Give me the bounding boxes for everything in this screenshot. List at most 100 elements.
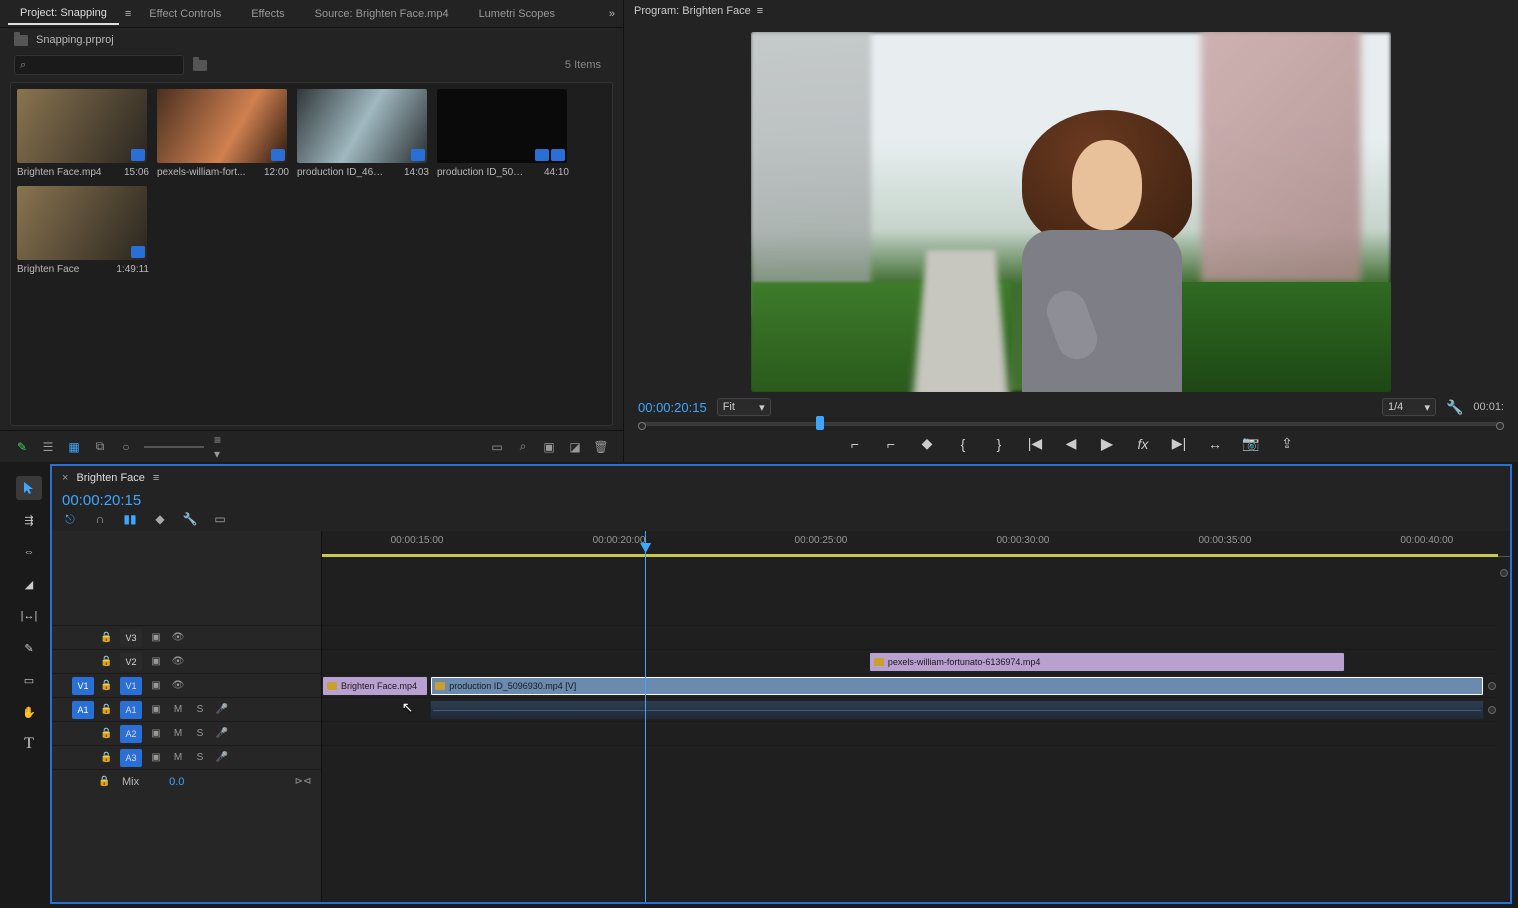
bin-item[interactable]: Brighten Face.mp415:06	[17, 89, 149, 178]
razor-tool[interactable]: ◢	[16, 572, 42, 596]
new-item-icon[interactable]: ◪	[567, 439, 583, 455]
playhead[interactable]	[645, 531, 646, 902]
lock-icon[interactable]: 🔒	[98, 776, 112, 787]
slip-tool[interactable]: |↔|	[16, 604, 42, 628]
lock-icon[interactable]: 🔒	[100, 728, 114, 739]
lock-icon[interactable]: 🔒	[100, 632, 114, 643]
program-monitor[interactable]	[751, 32, 1391, 392]
new-bin-icon[interactable]	[192, 57, 208, 73]
toggle-output-icon[interactable]: ▣	[148, 654, 164, 670]
settings-wrench-icon[interactable]: 🔧	[182, 511, 198, 527]
program-timecode[interactable]: 00:00:20:15	[638, 400, 707, 415]
close-sequence-icon[interactable]: ×	[62, 472, 68, 484]
share-icon[interactable]: ⇪	[1278, 435, 1296, 453]
bin-item[interactable]: pexels-william-fort...12:00	[157, 89, 289, 178]
voice-over-icon[interactable]: 🎤	[214, 750, 230, 766]
linked-selection-icon[interactable]: ∩	[92, 511, 108, 527]
add-marker-icon[interactable]: ◆	[918, 435, 936, 453]
fx-icon[interactable]: fx	[1134, 435, 1152, 453]
resolution-select[interactable]: 1/4▾	[1382, 398, 1436, 416]
scrub-zoom-right[interactable]	[1496, 422, 1504, 430]
work-area-bar[interactable]	[322, 554, 1498, 557]
scroll-end-icon[interactable]	[1488, 706, 1496, 714]
scrub-playhead[interactable]	[816, 416, 824, 430]
sort-icon[interactable]: ≡ ▾	[214, 439, 230, 455]
bin-item[interactable]: production ID_461...14:03	[297, 89, 429, 178]
write-icon[interactable]: ✎	[14, 439, 30, 455]
pen-tool[interactable]: ✎	[16, 636, 42, 660]
track-target-v3[interactable]: V3	[120, 629, 142, 647]
eye-icon[interactable]: 👁	[170, 678, 186, 694]
play-icon[interactable]: ▶	[1098, 435, 1116, 453]
tab-effects[interactable]: Effects	[239, 4, 296, 24]
clip-v1b[interactable]: production ID_5096930.mp4 [V]	[430, 676, 1484, 696]
voice-over-icon[interactable]: 🎤	[214, 702, 230, 718]
freeform-view-icon[interactable]: ⧉	[92, 439, 108, 455]
track-header-a1[interactable]: A1 🔒 A1 ▣ M S 🎤	[52, 697, 321, 721]
eye-icon[interactable]: 👁	[170, 654, 186, 670]
tab-effect-controls[interactable]: Effect Controls	[137, 4, 233, 24]
source-patch-a1[interactable]: A1	[72, 701, 94, 719]
icon-view-icon[interactable]: ▦	[66, 439, 82, 455]
mark-out-icon[interactable]: ⌐	[882, 435, 900, 453]
list-view-icon[interactable]: ☰	[40, 439, 56, 455]
selection-tool[interactable]	[16, 476, 42, 500]
insert-mode-icon[interactable]: ▮▮	[122, 511, 138, 527]
find-icon[interactable]: ⌕	[515, 439, 531, 455]
track-target-a2[interactable]: A2	[120, 725, 142, 743]
tracks-area[interactable]: 00:00:15:00 00:00:20:00 00:00:25:00 00:0…	[322, 531, 1510, 902]
program-scrub-bar[interactable]	[638, 418, 1504, 430]
project-search-input[interactable]	[14, 55, 184, 75]
zoom-out-icon[interactable]: ○	[118, 439, 134, 455]
clip-v1a[interactable]: Brighten Face.mp4	[322, 676, 428, 696]
mute-button[interactable]: M	[170, 702, 186, 718]
tab-project[interactable]: Project: Snapping	[8, 3, 119, 25]
mute-button[interactable]: M	[170, 726, 186, 742]
solo-button[interactable]: S	[192, 750, 208, 766]
bin-item[interactable]: Brighten Face1:49:11	[17, 186, 149, 275]
play-reverse-icon[interactable]: ◀	[1062, 435, 1080, 453]
track-target-a3[interactable]: A3	[120, 749, 142, 767]
panel-menu-icon[interactable]: ≡	[125, 8, 131, 20]
loop-icon[interactable]: ↔	[1206, 435, 1224, 453]
clip-v2[interactable]: pexels-william-fortunato-6136974.mp4	[869, 652, 1345, 672]
go-to-in-icon[interactable]: {	[954, 435, 972, 453]
tab-lumetri[interactable]: Lumetri Scopes	[467, 4, 567, 24]
snap-icon[interactable]: ⎋	[62, 511, 78, 527]
lock-icon[interactable]: 🔒	[100, 656, 114, 667]
mark-in-icon[interactable]: ⌐	[846, 435, 864, 453]
scroll-end-icon[interactable]	[1500, 569, 1508, 577]
toggle-output-icon[interactable]: ▣	[148, 750, 164, 766]
track-header-v2[interactable]: 🔒 V2 ▣ 👁	[52, 649, 321, 673]
thumbnail-size-slider[interactable]	[144, 446, 204, 448]
export-frame-icon[interactable]: 📷	[1242, 435, 1260, 453]
step-back-icon[interactable]: |◀	[1026, 435, 1044, 453]
scroll-end-icon[interactable]	[1488, 682, 1496, 690]
expand-icon[interactable]: ⊳⊲	[295, 774, 311, 790]
clip-a1[interactable]	[430, 700, 1484, 720]
timeline-timecode[interactable]: 00:00:20:15	[52, 490, 1510, 511]
track-header-v3[interactable]: 🔒 V3 ▣ 👁	[52, 625, 321, 649]
eye-icon[interactable]: 👁	[170, 630, 186, 646]
toggle-output-icon[interactable]: ▣	[148, 678, 164, 694]
solo-button[interactable]: S	[192, 726, 208, 742]
go-to-out-icon[interactable]: }	[990, 435, 1008, 453]
zoom-fit-select[interactable]: Fit▾	[717, 398, 771, 416]
new-bin-footer-icon[interactable]: ▣	[541, 439, 557, 455]
sequence-title[interactable]: Brighten Face	[76, 472, 144, 484]
time-ruler[interactable]: 00:00:15:00 00:00:20:00 00:00:25:00 00:0…	[322, 531, 1510, 557]
toggle-output-icon[interactable]: ▣	[148, 702, 164, 718]
toggle-output-icon[interactable]: ▣	[148, 726, 164, 742]
mute-button[interactable]: M	[170, 750, 186, 766]
track-header-a3[interactable]: 🔒 A3 ▣ M S 🎤	[52, 745, 321, 769]
trash-icon[interactable]: 🗑	[593, 439, 609, 455]
tabs-overflow-icon[interactable]: »	[609, 8, 615, 20]
type-tool[interactable]: T	[16, 732, 42, 756]
source-patch-v1[interactable]: V1	[72, 677, 94, 695]
caption-icon[interactable]: ▭	[212, 511, 228, 527]
lock-icon[interactable]: 🔒	[100, 704, 114, 715]
lock-icon[interactable]: 🔒	[100, 752, 114, 763]
automate-icon[interactable]: ▭	[489, 439, 505, 455]
rectangle-tool[interactable]: ▭	[16, 668, 42, 692]
hand-tool[interactable]: ✋	[16, 700, 42, 724]
